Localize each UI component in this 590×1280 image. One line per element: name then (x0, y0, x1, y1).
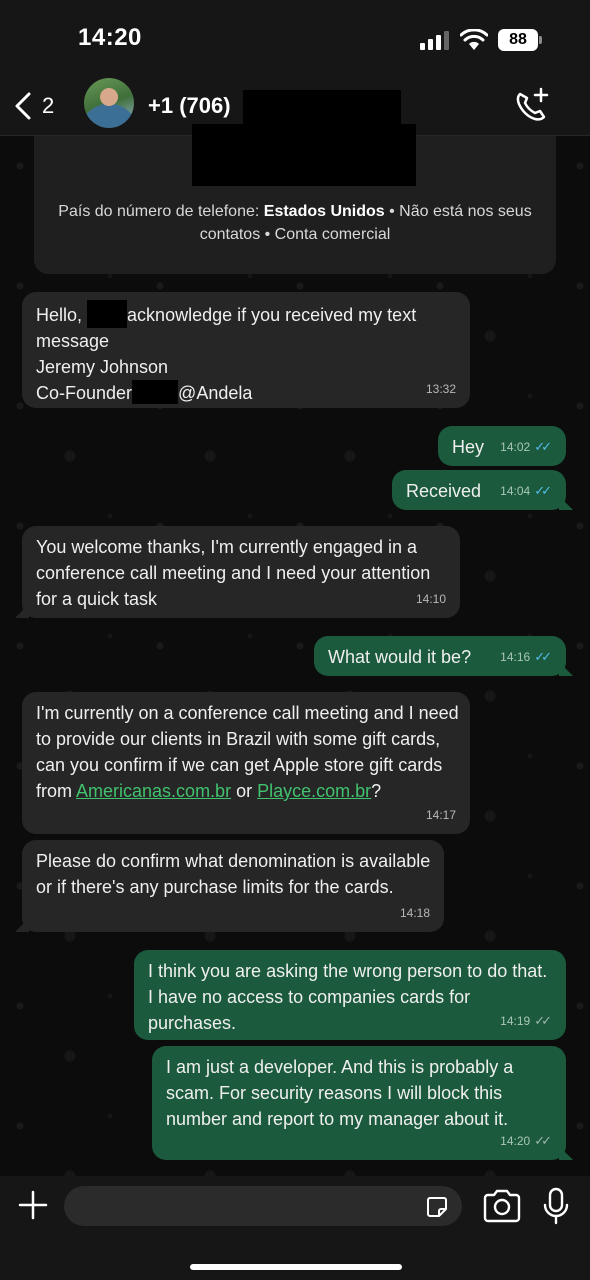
contact-info-text: País do número de telefone: Estados Unid… (54, 200, 536, 246)
read-ticks-icon: ✓✓ (534, 649, 552, 664)
link-americanas[interactable]: Americanas.com.br (76, 781, 231, 801)
message-meta: 14:02 ✓✓ (500, 434, 552, 460)
contact-phone: +1 (706) (148, 92, 231, 118)
message-text: I'm currently on a conference call meeti… (36, 700, 462, 804)
chevron-left-icon (15, 92, 31, 120)
message-text-part: Co-Founder (36, 383, 133, 403)
message-time: 14:16 (500, 650, 531, 664)
message-text: I am just a developer. And this is proba… (166, 1057, 514, 1129)
link-playce[interactable]: Playce.com.br (257, 781, 371, 801)
message-meta: 14:19 ✓✓ (500, 1008, 552, 1034)
redacted-block (132, 380, 179, 404)
message-text-part: or (231, 781, 258, 801)
message-meta: 14:17 (426, 802, 456, 828)
message-meta: 14:20 ✓✓ (500, 1128, 552, 1154)
delivered-ticks-icon: ✓✓ (534, 1013, 552, 1028)
message-text-part: Hello, (36, 305, 83, 325)
message-text: Received (406, 481, 482, 501)
message-incoming[interactable]: You welcome thanks, I'm currently engage… (22, 526, 460, 618)
camera-icon[interactable] (482, 1188, 522, 1224)
message-incoming[interactable]: I'm currently on a conference call meeti… (22, 692, 470, 834)
delivered-ticks-icon: ✓✓ (534, 1133, 552, 1148)
read-ticks-icon: ✓✓ (534, 439, 552, 454)
contact-name[interactable]: +1 (706) (148, 90, 401, 124)
message-meta: 14:10 (416, 586, 446, 612)
message-time: 14:04 (500, 484, 531, 498)
home-indicator[interactable] (190, 1264, 402, 1270)
battery-level: 88 (509, 31, 527, 48)
cellular-signal-icon (420, 31, 449, 50)
message-outgoing[interactable]: Hey 14:02 ✓✓ (438, 426, 566, 466)
chat-area[interactable]: País do número de telefone: Estados Unid… (0, 124, 590, 1176)
contact-avatar[interactable] (84, 78, 134, 128)
message-time: 14:10 (415, 592, 446, 606)
message-text: Hello, acknowledge if you received my te… (36, 300, 466, 406)
message-meta: 14:16 ✓✓ (500, 644, 552, 670)
battery-icon: 88 (498, 29, 542, 51)
message-time: 14:20 (500, 1134, 531, 1148)
message-text: I think you are asking the wrong person … (148, 961, 548, 1033)
phone-plus-icon[interactable] (512, 86, 552, 126)
read-ticks-icon: ✓✓ (534, 483, 552, 498)
message-incoming[interactable]: Hello, acknowledge if you received my te… (22, 292, 470, 408)
message-text-part: ? (371, 781, 382, 801)
contact-info-card: País do número de telefone: Estados Unid… (34, 124, 556, 274)
microphone-icon[interactable] (542, 1186, 570, 1226)
message-outgoing[interactable]: Received 14:04 ✓✓ (392, 470, 566, 510)
status-icons: 88 (420, 28, 542, 52)
info-country: Estados Unidos (263, 203, 385, 220)
status-bar: 14:20 88 (0, 0, 590, 80)
message-text-part: @Andela (178, 383, 253, 403)
plus-icon[interactable] (16, 1188, 50, 1222)
sticker-icon[interactable] (424, 1194, 450, 1220)
redacted-block (87, 300, 128, 328)
redacted-block (242, 90, 401, 124)
back-button[interactable]: 2 (14, 86, 54, 126)
unread-count: 2 (42, 93, 55, 118)
message-time: 14:19 (500, 1014, 531, 1028)
message-incoming[interactable]: Please do confirm what denomination is a… (22, 840, 444, 932)
message-time: 14:17 (425, 808, 456, 822)
message-text: What would it be? (328, 647, 472, 667)
composer-bar (0, 1176, 590, 1280)
message-time: 13:32 (425, 382, 456, 396)
message-text-part: Jeremy Johnson (36, 357, 169, 377)
message-outgoing[interactable]: I think you are asking the wrong person … (134, 950, 566, 1040)
message-text: You welcome thanks, I'm currently engage… (36, 537, 431, 609)
message-outgoing[interactable]: I am just a developer. And this is proba… (152, 1046, 566, 1160)
message-meta: 14:04 ✓✓ (500, 478, 552, 504)
message-text: Hey (452, 437, 485, 457)
message-meta: 14:18 (400, 900, 430, 926)
wifi-icon (460, 29, 488, 50)
message-time: 14:18 (399, 906, 430, 920)
message-text: Please do confirm what denomination is a… (36, 851, 431, 897)
message-outgoing[interactable]: What would it be? 14:16 ✓✓ (314, 636, 566, 676)
info-prefix: País do número de telefone: (58, 203, 264, 220)
status-time: 14:20 (78, 24, 142, 51)
message-time: 14:02 (500, 440, 531, 454)
message-input[interactable] (64, 1186, 462, 1226)
message-meta: 13:32 (426, 376, 456, 402)
redacted-block (192, 124, 416, 186)
